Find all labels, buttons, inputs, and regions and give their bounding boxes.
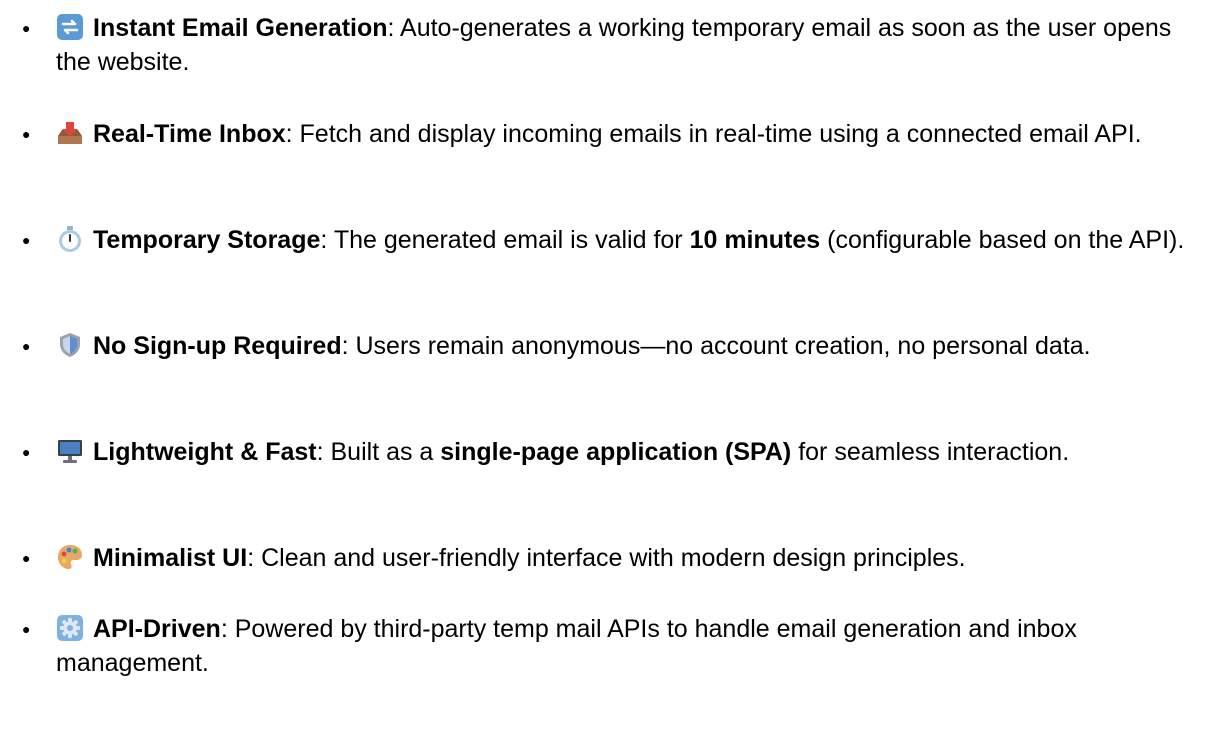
bullet: ●	[22, 338, 31, 354]
feature-title: Instant Email Generation	[93, 14, 388, 42]
feature-title: Minimalist UI	[93, 544, 248, 572]
gear-icon	[56, 614, 84, 642]
feature-title: Real-Time Inbox	[93, 120, 286, 148]
artist-palette-icon	[56, 543, 84, 571]
bullet: ●	[22, 550, 31, 566]
feature-desc: for seamless interaction.	[791, 438, 1070, 466]
feature-title: API-Driven	[93, 615, 221, 643]
feature-desc: : Users remain anonymous—no account crea…	[341, 332, 1091, 360]
feature-desc-bold: single-page application (SPA)	[440, 438, 792, 466]
feature-desc: : Built as a	[316, 438, 441, 466]
bullet: ●	[22, 621, 31, 637]
feature-desc: : The generated email is valid for	[320, 226, 690, 254]
feature-title: Lightweight & Fast	[93, 438, 317, 466]
stopwatch-icon	[56, 225, 84, 253]
desktop-computer-icon	[56, 437, 84, 465]
feature-text: API-Driven: Powered by third-party temp …	[56, 612, 1186, 680]
shield-icon	[56, 331, 84, 359]
bullet: ●	[22, 444, 31, 460]
feature-text: Lightweight & Fast: Built as a single-pa…	[56, 435, 1186, 469]
bullet: ●	[22, 20, 31, 36]
feature-title: Temporary Storage	[93, 226, 321, 254]
feature-desc: : Fetch and display incoming emails in r…	[285, 120, 1142, 148]
bullet: ●	[22, 232, 31, 248]
feature-text: Real-Time Inbox: Fetch and display incom…	[56, 117, 1186, 151]
refresh-arrows-icon	[56, 13, 84, 41]
feature-text: No Sign-up Required: Users remain anonym…	[56, 329, 1186, 363]
bullet: ●	[22, 126, 31, 142]
feature-text: Minimalist UI: Clean and user-friendly i…	[56, 541, 1186, 575]
inbox-tray-icon	[56, 119, 84, 147]
feature-text: Instant Email Generation: Auto-generates…	[56, 11, 1186, 79]
feature-desc-bold: 10 minutes	[689, 226, 821, 254]
feature-desc: : Clean and user-friendly interface with…	[247, 544, 966, 572]
feature-text: Temporary Storage: The generated email i…	[56, 223, 1186, 257]
feature-desc: (configurable based on the API).	[820, 226, 1185, 254]
feature-title: No Sign-up Required	[93, 332, 342, 360]
